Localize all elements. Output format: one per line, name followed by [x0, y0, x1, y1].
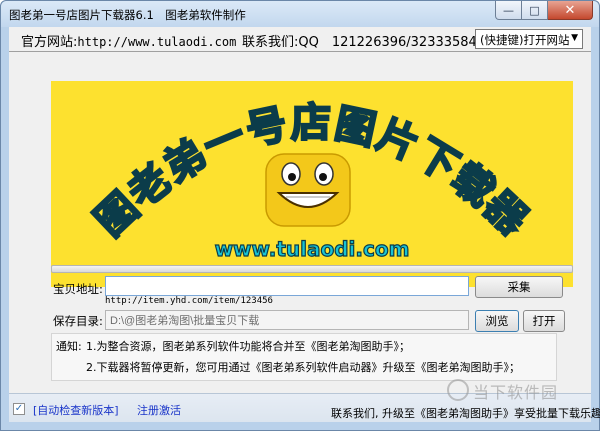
quick-open-select[interactable]: (快捷键)打开网站 ▼: [475, 29, 583, 49]
notice-box: 通知: 1.为整合资源，图老弟系列软件功能将合并至《图老弟淘图助手》； 2.下载…: [51, 333, 557, 381]
item-url-label: 宝贝地址:: [53, 282, 103, 296]
save-dir-input[interactable]: [105, 310, 469, 330]
banner-url: www.tulaodi.com: [215, 237, 410, 261]
notice-label: 通知:: [56, 340, 82, 353]
notice-line-1: 1.为整合资源，图老弟系列软件功能将合并至《图老弟淘图助手》；: [86, 340, 410, 353]
title-bar[interactable]: 图老弟一号店图片下载器6.1 图老弟软件制作 — □ ✕: [1, 1, 599, 27]
minimize-button[interactable]: —: [495, 1, 522, 20]
item-url-input[interactable]: [105, 276, 469, 296]
smiley-face-icon: [265, 153, 351, 227]
header-divider: [9, 51, 591, 52]
auto-check-checkbox[interactable]: ✓: [13, 403, 25, 415]
maximize-button[interactable]: □: [522, 1, 548, 20]
window-controls: — □ ✕: [495, 1, 593, 20]
window-title: 图老弟一号店图片下载器6.1 图老弟软件制作: [9, 8, 246, 22]
banner-art: 图老弟一号店图片下载器 www.tulaodi.com: [86, 99, 537, 262]
watermark: 当下软件园: [447, 377, 583, 407]
client-area: 官方网站:http://www.tulaodi.com 联系我们:QQ 1212…: [9, 27, 600, 422]
dropdown-arrow-icon: ▼: [571, 33, 578, 43]
site-url: http://www.tulaodi.com: [77, 35, 237, 49]
auto-check-label[interactable]: [自动检查新版本]: [33, 402, 119, 418]
watermark-logo-icon: [447, 379, 469, 401]
progress-bar: [51, 265, 573, 273]
header-row: 官方网站:http://www.tulaodi.com 联系我们:QQ 1212…: [9, 27, 591, 51]
checkmark-icon: ✓: [14, 403, 24, 414]
contact-info: 联系我们:QQ 121226396/32333584: [242, 35, 477, 50]
notice-line-2: 2.下载器将暂停更新，您可用通过《图老弟系列软件启动器》升级至《图老弟淘图助手》…: [86, 361, 520, 374]
save-dir-label: 保存目录:: [53, 314, 103, 328]
maximize-icon: □: [529, 3, 540, 17]
quick-select-value: (快捷键)打开网站: [480, 33, 570, 47]
close-icon: ✕: [564, 2, 576, 18]
app-window: 图老弟一号店图片下载器6.1 图老弟软件制作 — □ ✕ 官方网站:http:/…: [0, 0, 600, 431]
site-label: 官方网站:: [21, 35, 78, 50]
collect-button[interactable]: 采集: [475, 276, 563, 298]
minimize-icon: —: [503, 3, 514, 17]
watermark-text: 当下软件园: [473, 383, 559, 402]
close-button[interactable]: ✕: [548, 1, 593, 20]
official-site: 官方网站:http://www.tulaodi.com: [21, 31, 236, 50]
marquee-text: 联系我们, 升级至《图老弟淘图助手》享受批量下载乐趣: [331, 407, 600, 420]
register-link[interactable]: 注册激活: [137, 402, 181, 418]
browse-button[interactable]: 浏览: [475, 310, 519, 332]
example-url: http://item.yhd.com/item/123456: [105, 296, 273, 306]
banner: 图老弟一号店图片下载器 www.tulaodi.com: [51, 81, 573, 287]
open-button[interactable]: 打开: [523, 310, 565, 332]
